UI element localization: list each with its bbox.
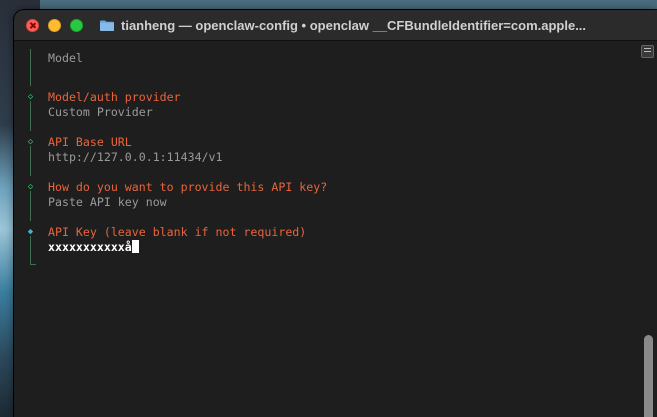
window-controls xyxy=(26,18,92,32)
window-title: tianheng — openclaw-config • openclaw __… xyxy=(100,18,586,33)
gutter-end xyxy=(30,264,36,265)
gutter-line xyxy=(30,236,31,264)
gutter-line xyxy=(30,49,31,86)
terminal-output[interactable]: Model ◇ Model/auth provider Custom Provi… xyxy=(14,41,637,417)
zoom-button[interactable] xyxy=(70,18,83,32)
folder-icon xyxy=(100,20,114,31)
gutter-line xyxy=(30,101,31,131)
text-cursor xyxy=(131,240,139,253)
step-value-key-method: Paste API key now xyxy=(48,195,167,209)
step-label-api-key: API Key (leave blank if not required) xyxy=(48,225,307,239)
gutter-line xyxy=(30,146,31,176)
diamond-outline-icon: ◇ xyxy=(27,182,34,192)
step-label-key-method: How do you want to provide this API key? xyxy=(48,180,328,194)
minimize-button[interactable] xyxy=(48,18,61,32)
step-value-provider: Custom Provider xyxy=(48,105,153,119)
scroll-view-button[interactable] xyxy=(641,45,654,58)
title-bar[interactable]: tianheng — openclaw-config • openclaw __… xyxy=(14,10,657,41)
step-label-provider: Model/auth provider xyxy=(48,90,181,104)
close-button[interactable] xyxy=(26,18,39,32)
terminal-window: tianheng — openclaw-config • openclaw __… xyxy=(14,10,657,417)
scrollbar-thumb[interactable] xyxy=(644,335,653,417)
gutter-line xyxy=(30,191,31,221)
api-key-input[interactable]: xxxxxxxxxxxå xyxy=(48,240,139,255)
step-value-model: Model xyxy=(48,51,83,65)
diamond-outline-icon: ◇ xyxy=(27,137,34,147)
api-key-value: xxxxxxxxxxxå xyxy=(48,240,132,254)
window-title-text: tianheng — openclaw-config • openclaw __… xyxy=(121,17,587,33)
step-label-base-url: API Base URL xyxy=(48,135,132,149)
diamond-filled-icon: ◆ xyxy=(27,227,34,237)
step-value-base-url: http://127.0.0.1:11434/v1 xyxy=(48,150,223,164)
diamond-outline-icon: ◇ xyxy=(27,92,34,102)
scrollbar[interactable] xyxy=(641,70,657,417)
